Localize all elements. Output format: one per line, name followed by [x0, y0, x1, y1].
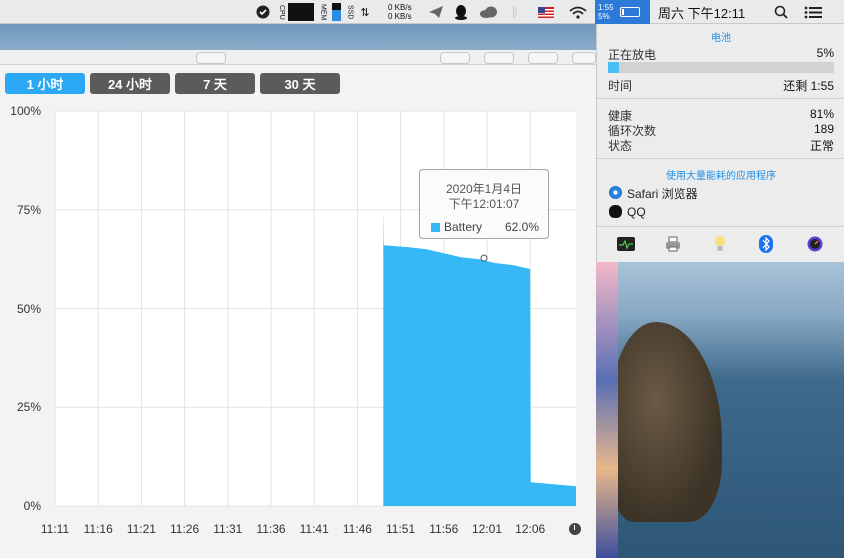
x-tick-label: 11:31: [213, 522, 243, 536]
cpu-graph[interactable]: [288, 0, 314, 24]
net-upload: 0 KB/s: [388, 3, 412, 12]
state-row: 状态 正常: [608, 137, 834, 154]
hover-point: [480, 254, 488, 262]
x-tick-label: 11:46: [342, 522, 372, 536]
y-tick-label: 50%: [16, 301, 41, 316]
battery-percent: 5%: [598, 12, 610, 21]
x-tick-label: 11:56: [429, 522, 459, 536]
printer-icon[interactable]: [663, 234, 683, 254]
menubar-clock[interactable]: 周六 下午12:11: [658, 0, 754, 24]
divider: [597, 98, 844, 99]
y-tick-label: 75%: [16, 202, 41, 217]
divider: [597, 158, 844, 159]
control-center-icon[interactable]: [802, 0, 824, 24]
charge-bar: [608, 62, 834, 73]
tooltip-value: 62.0%: [504, 220, 539, 234]
background-toolbar-button: [196, 52, 226, 64]
status-value: 5%: [816, 46, 834, 60]
background-toolbar-button: [528, 52, 558, 64]
x-tick-label: 11:11: [40, 522, 70, 536]
y-tick-label: 0%: [23, 499, 41, 513]
background-toolbar-button: [572, 52, 596, 64]
light-bulb-icon[interactable]: [710, 234, 730, 254]
x-tick-label: 11:36: [256, 522, 286, 536]
mem-gauge[interactable]: [331, 0, 341, 24]
clock-icon[interactable]: [569, 523, 581, 535]
network-speed[interactable]: 0 KB/s 0 KB/s: [388, 0, 422, 24]
battery-time: 1:55: [598, 3, 614, 12]
x-tick-label: 11:16: [83, 522, 113, 536]
qq-icon[interactable]: [452, 0, 470, 24]
apps-section-title: 使用大量能耗的应用程序: [666, 171, 776, 182]
activity-monitor-icon[interactable]: [616, 234, 636, 254]
battery-chart[interactable]: [0, 65, 596, 558]
status-label: 正在放电: [608, 48, 657, 62]
state-value: 正常: [809, 139, 834, 153]
us-flag-icon[interactable]: [537, 0, 555, 24]
desktop-wallpaper-coast: [594, 262, 844, 558]
y-tick-label: 100%: [10, 104, 41, 118]
bluetooth-icon[interactable]: [756, 234, 776, 254]
y-tick-label: 25%: [16, 400, 41, 415]
speedometer-icon[interactable]: [805, 234, 825, 254]
divider: [597, 226, 844, 227]
panel-title: 电池: [711, 33, 731, 44]
cpu-label: CPU: [278, 4, 285, 20]
battery-dropdown-panel: 电池 正在放电 5% 时间 还剩 1:55 健康 81% 循环次数 189 状态…: [596, 24, 844, 262]
x-tick-label: 11:26: [170, 522, 200, 536]
charge-bar-fill: [608, 62, 620, 73]
mem-label: MEM: [319, 3, 327, 21]
x-tick-label: 12:01: [471, 522, 503, 536]
telegram-icon[interactable]: [427, 0, 445, 24]
app-name: QQ: [627, 205, 646, 219]
state-label: 状态: [608, 139, 633, 153]
health-value: 81%: [809, 107, 834, 121]
status-row: 正在放电 5%: [608, 46, 834, 63]
time-row: 时间 还剩 1:55: [608, 77, 834, 94]
time-value: 还剩 1:55: [783, 79, 834, 93]
qq-icon: [609, 205, 622, 218]
x-tick-label: 12:06: [515, 522, 546, 536]
cloud-icon[interactable]: [478, 0, 500, 24]
background-toolbar-button: [440, 52, 470, 64]
battery-series-area[interactable]: [383, 209, 576, 507]
x-tick-label: 11:41: [299, 522, 329, 536]
battery-menu-item[interactable]: 1:55 5%: [595, 0, 650, 24]
shield-check-icon[interactable]: [255, 0, 271, 24]
cycles-label: 循环次数: [608, 124, 657, 138]
safari-icon: [609, 186, 622, 199]
cycles-value: 189: [813, 122, 834, 136]
bluetooth-icon[interactable]: ᛒ: [508, 0, 522, 24]
tooltip-series: Battery: [444, 220, 483, 234]
x-tick-label: 11:21: [126, 522, 156, 536]
app-name: Safari 浏览器: [627, 187, 698, 201]
menu-bar: CPU MEM SSD ⇅ 0 KB/s 0 KB/s ᛒ 1:55 5% 周六…: [0, 0, 844, 24]
network-arrows-icon: ⇅: [360, 6, 370, 19]
background-toolbar-button: [484, 52, 514, 64]
battery-history-window: 1 小时 24 小时 7 天 30 天 100% 75% 50% 25% 0% 11:1…: [0, 64, 596, 558]
desktop-artwork-strip: [594, 262, 618, 558]
wifi-icon[interactable]: [568, 0, 588, 24]
x-tick-label: 11:51: [386, 522, 416, 536]
time-label: 时间: [608, 79, 633, 93]
battery-icon: [619, 7, 640, 17]
net-download: 0 KB/s: [388, 12, 412, 21]
health-label: 健康: [608, 109, 633, 123]
tooltip-time: 下午12:01:07: [448, 197, 520, 211]
ssd-label: SSD: [346, 4, 354, 20]
tooltip-swatch: [431, 223, 440, 232]
spotlight-icon[interactable]: [772, 0, 790, 24]
chart-tooltip: 2020年1月4日 下午12:01:07 Battery 62.0%: [419, 169, 549, 239]
